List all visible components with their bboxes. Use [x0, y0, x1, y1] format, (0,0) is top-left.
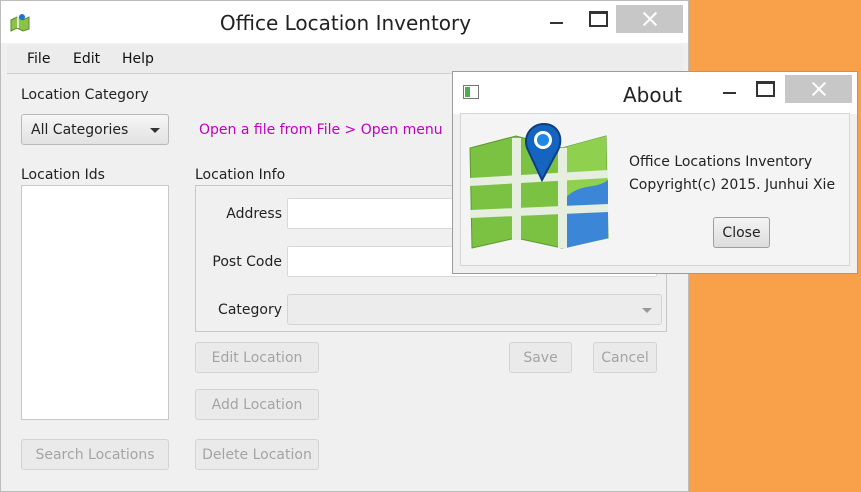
open-file-hint: Open a file from File > Open menu: [199, 122, 443, 138]
close-button[interactable]: [616, 5, 683, 33]
category-label: Category: [218, 302, 282, 318]
chevron-down-icon: [642, 308, 652, 313]
location-category-label: Location Category: [21, 87, 149, 103]
about-close-button[interactable]: Close: [713, 217, 770, 248]
close-icon: [643, 12, 657, 26]
save-button[interactable]: Save: [509, 342, 572, 373]
close-icon: [812, 82, 826, 96]
main-titlebar[interactable]: Office Location Inventory: [1, 1, 688, 43]
about-title: About: [623, 83, 683, 107]
about-app-name: Office Locations Inventory: [629, 154, 813, 170]
minimize-icon: [549, 22, 563, 24]
about-minimize-button[interactable]: [709, 75, 749, 103]
location-ids-list[interactable]: [21, 185, 169, 420]
location-info-label: Location Info: [195, 167, 286, 183]
about-dialog: About Office Locations Inventory Copyrig…: [452, 71, 858, 274]
postcode-label: Post Code: [212, 254, 282, 270]
about-titlebar[interactable]: About: [453, 72, 857, 114]
category-select[interactable]: [287, 294, 662, 325]
minimize-icon: [722, 92, 736, 94]
about-copyright: Copyright(c) 2015. Junhui Xie: [629, 177, 836, 193]
menu-bar: File Edit Help: [7, 45, 683, 74]
cancel-button[interactable]: Cancel: [593, 342, 657, 373]
address-label: Address: [226, 206, 282, 222]
maximize-button[interactable]: [575, 5, 621, 33]
search-locations-button[interactable]: Search Locations: [21, 439, 169, 470]
chevron-down-icon: [150, 128, 160, 133]
minimize-button[interactable]: [533, 5, 579, 33]
category-filter-combo[interactable]: All Categories: [21, 114, 169, 145]
delete-location-button[interactable]: Delete Location: [195, 439, 319, 470]
menu-help[interactable]: Help: [122, 51, 154, 67]
window-icon: [463, 85, 479, 99]
edit-location-button[interactable]: Edit Location: [195, 342, 319, 373]
about-maximize-button[interactable]: [745, 75, 785, 103]
menu-file[interactable]: File: [27, 51, 50, 67]
maximize-icon: [588, 11, 608, 27]
about-close-window-button[interactable]: [785, 75, 852, 103]
location-ids-label: Location Ids: [21, 167, 105, 183]
maximize-icon: [755, 81, 775, 97]
add-location-button[interactable]: Add Location: [195, 389, 319, 420]
menu-edit[interactable]: Edit: [73, 51, 100, 67]
about-content: Office Locations Inventory Copyright(c) 2…: [460, 113, 850, 266]
map-pin-icon: [469, 122, 609, 249]
category-filter-value: All Categories: [31, 122, 129, 138]
